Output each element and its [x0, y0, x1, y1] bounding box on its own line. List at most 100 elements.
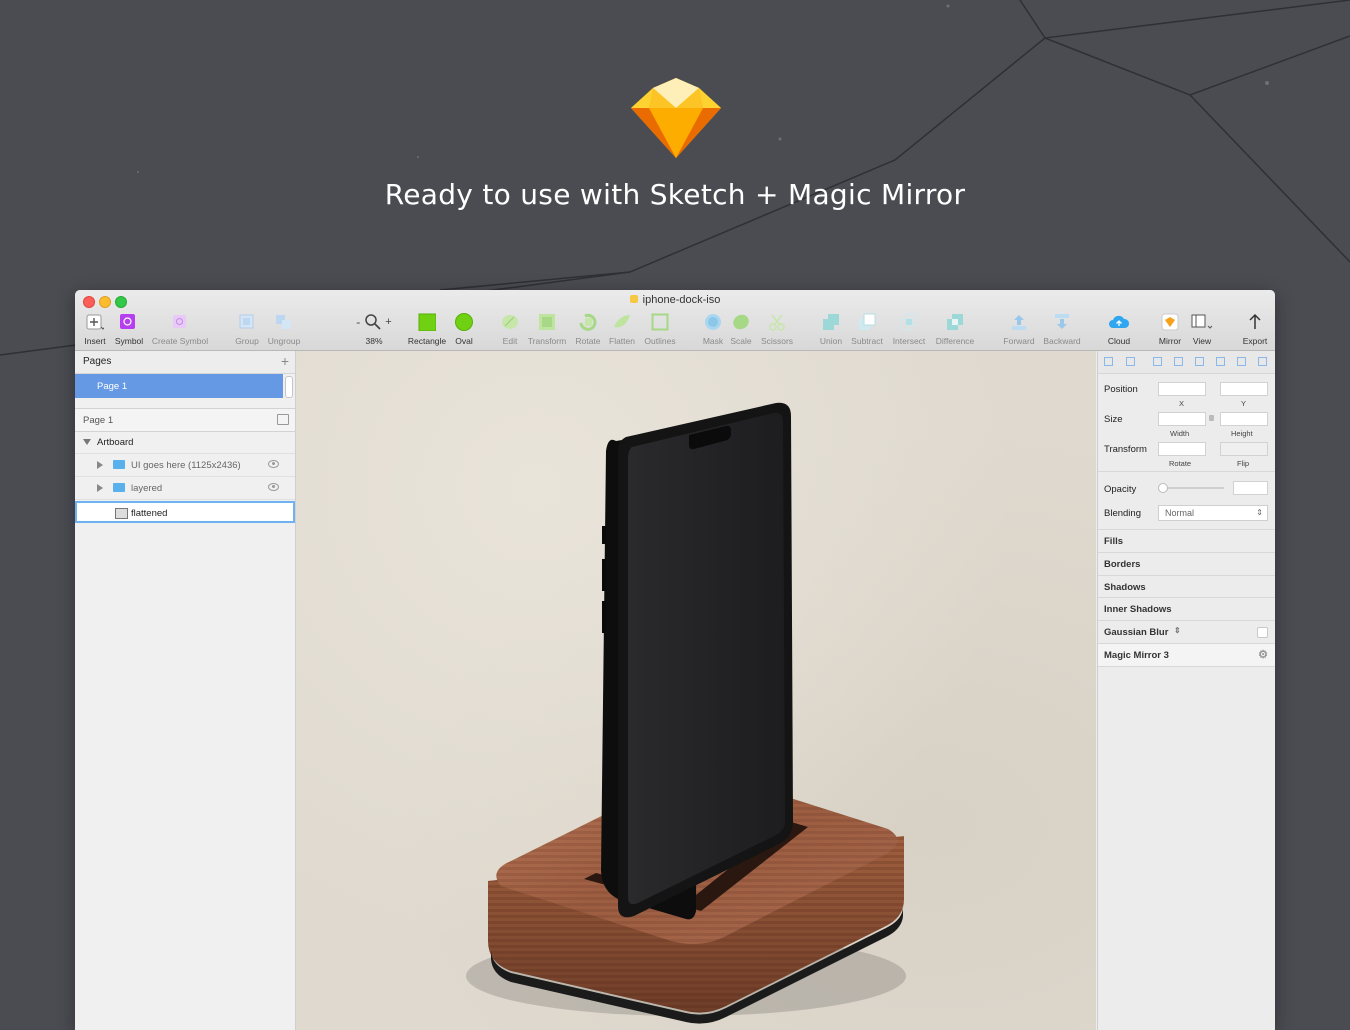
scissors-icon — [766, 312, 788, 331]
shadows-section[interactable]: Shadows — [1098, 575, 1275, 598]
fills-section[interactable]: Fills — [1098, 529, 1275, 552]
chevron-right-icon[interactable] — [97, 484, 103, 492]
height-field[interactable] — [1220, 412, 1268, 426]
cloud-button[interactable]: Cloud — [1105, 312, 1133, 346]
gear-icon[interactable]: ⚙ — [1258, 648, 1268, 661]
rectangle-button[interactable]: Rectangle — [407, 312, 447, 346]
pages-scrollbar[interactable] — [285, 376, 293, 398]
document-title-text: iphone-dock-iso — [642, 294, 721, 306]
borders-section[interactable]: Borders — [1098, 552, 1275, 575]
blur-checkbox[interactable] — [1257, 627, 1268, 638]
oval-button[interactable]: Oval — [451, 312, 477, 346]
rotate-field[interactable] — [1158, 442, 1206, 456]
mask-button[interactable]: Mask — [700, 312, 726, 346]
scissors-button[interactable]: Scissors — [758, 312, 796, 346]
layer-name: UI goes here (1125x2436) — [131, 460, 241, 471]
flatten-label: Flatten — [609, 336, 635, 346]
y-label: Y — [1241, 399, 1247, 408]
distribute-horizontal-icon[interactable] — [1104, 357, 1113, 366]
mirror-label: Mirror — [1158, 336, 1182, 346]
edit-button[interactable]: Edit — [498, 312, 522, 346]
align-middle-icon[interactable] — [1237, 357, 1246, 366]
scale-button[interactable]: Scale — [729, 312, 753, 346]
export-button[interactable]: Export — [1241, 312, 1269, 346]
intersect-button[interactable]: Intersect — [890, 312, 928, 346]
intersect-label: Intersect — [892, 336, 926, 346]
backward-button[interactable]: Backward — [1041, 312, 1083, 346]
headline: Ready to use with Sketch + Magic Mirror — [384, 178, 966, 211]
difference-button[interactable]: Difference — [932, 312, 978, 346]
layer-item-selected[interactable]: flattened — [75, 501, 295, 523]
zoom-in-button[interactable]: + — [385, 316, 391, 328]
ungroup-button[interactable]: Ungroup — [265, 312, 303, 346]
align-center-icon[interactable] — [1174, 357, 1183, 366]
align-bottom-icon[interactable] — [1258, 357, 1267, 366]
lock-icon[interactable] — [1209, 415, 1214, 421]
zoom-out-button[interactable]: - — [356, 315, 360, 329]
magic-mirror-section[interactable]: Magic Mirror 3 ⚙ — [1098, 643, 1275, 667]
symbol-icon — [118, 312, 140, 331]
inner-shadows-section[interactable]: Inner Shadows — [1098, 597, 1275, 620]
layers-panel: Pages + Page 1 Page 1 Artboard UI goes h… — [75, 351, 296, 1030]
blur-stepper-icon[interactable]: ⇕ — [1174, 626, 1181, 635]
align-top-icon[interactable] — [1216, 357, 1225, 366]
forward-button[interactable]: Forward — [1001, 312, 1037, 346]
chevron-down-icon[interactable] — [83, 439, 91, 445]
outlines-button[interactable]: Outlines — [641, 312, 679, 346]
distribute-vertical-icon[interactable] — [1126, 357, 1135, 366]
transform-label: Transform — [527, 336, 567, 346]
opacity-field[interactable] — [1233, 481, 1268, 495]
position-y-field[interactable] — [1220, 382, 1268, 396]
sketch-doc-icon — [629, 295, 638, 303]
sketch-window: iphone-dock-iso Insert Symbol Create Sym… — [75, 290, 1275, 1030]
transform-icon — [536, 312, 558, 331]
rectangle-icon — [416, 312, 438, 331]
width-field[interactable] — [1158, 412, 1206, 426]
export-page-icon[interactable] — [277, 414, 289, 425]
shadows-label: Shadows — [1104, 582, 1146, 593]
opacity-slider-knob[interactable] — [1158, 483, 1168, 493]
align-right-icon[interactable] — [1195, 357, 1204, 366]
layer-item[interactable]: UI goes here (1125x2436) — [75, 454, 295, 477]
symbol-button[interactable]: Symbol — [113, 312, 145, 346]
flip-buttons[interactable] — [1220, 442, 1268, 456]
current-page-label: Page 1 — [83, 415, 114, 426]
magic-mirror-label: Magic Mirror 3 — [1104, 650, 1169, 661]
view-button[interactable]: View — [1188, 312, 1216, 346]
cloud-icon — [1108, 312, 1130, 331]
gaussian-blur-label: Gaussian Blur — [1104, 627, 1169, 638]
align-left-icon[interactable] — [1153, 357, 1162, 366]
intersect-icon — [898, 312, 920, 331]
rotate-button[interactable]: Rotate — [573, 312, 603, 346]
group-label: Group — [235, 336, 259, 346]
canvas[interactable] — [296, 351, 1096, 1030]
width-label: Width — [1170, 429, 1190, 438]
subtract-button[interactable]: Subtract — [848, 312, 886, 346]
page-list-item[interactable]: Page 1 — [75, 374, 283, 398]
plus-icon — [84, 312, 106, 331]
blending-select[interactable]: Normal ⇕ — [1158, 505, 1268, 521]
position-x-field[interactable] — [1158, 382, 1206, 396]
eye-icon[interactable] — [268, 483, 279, 491]
scale-icon — [730, 312, 752, 331]
layer-artboard[interactable]: Artboard — [75, 431, 295, 454]
transform-button[interactable]: Transform — [526, 312, 568, 346]
mirror-button[interactable]: Mirror — [1156, 312, 1184, 346]
current-page-header: Page 1 — [75, 408, 295, 432]
subtract-icon — [856, 312, 878, 331]
ungroup-label: Ungroup — [267, 336, 301, 346]
artboard-name: Artboard — [97, 437, 134, 448]
size-label: Size — [1104, 414, 1123, 425]
group-button[interactable]: Group — [233, 312, 261, 346]
add-page-button[interactable]: + — [281, 353, 289, 369]
insert-label: Insert — [84, 336, 106, 346]
gaussian-blur-section[interactable]: Gaussian Blur ⇕ — [1098, 620, 1275, 643]
chevron-right-icon[interactable] — [97, 461, 103, 469]
flatten-button[interactable]: Flatten — [607, 312, 637, 346]
eye-icon[interactable] — [268, 460, 279, 468]
insert-button[interactable]: Insert — [81, 312, 109, 346]
layer-item[interactable]: layered — [75, 477, 295, 500]
create-symbol-button[interactable]: Create Symbol — [151, 312, 209, 346]
union-button[interactable]: Union — [817, 312, 845, 346]
titlebar: iphone-dock-iso Insert Symbol Create Sym… — [75, 290, 1275, 351]
